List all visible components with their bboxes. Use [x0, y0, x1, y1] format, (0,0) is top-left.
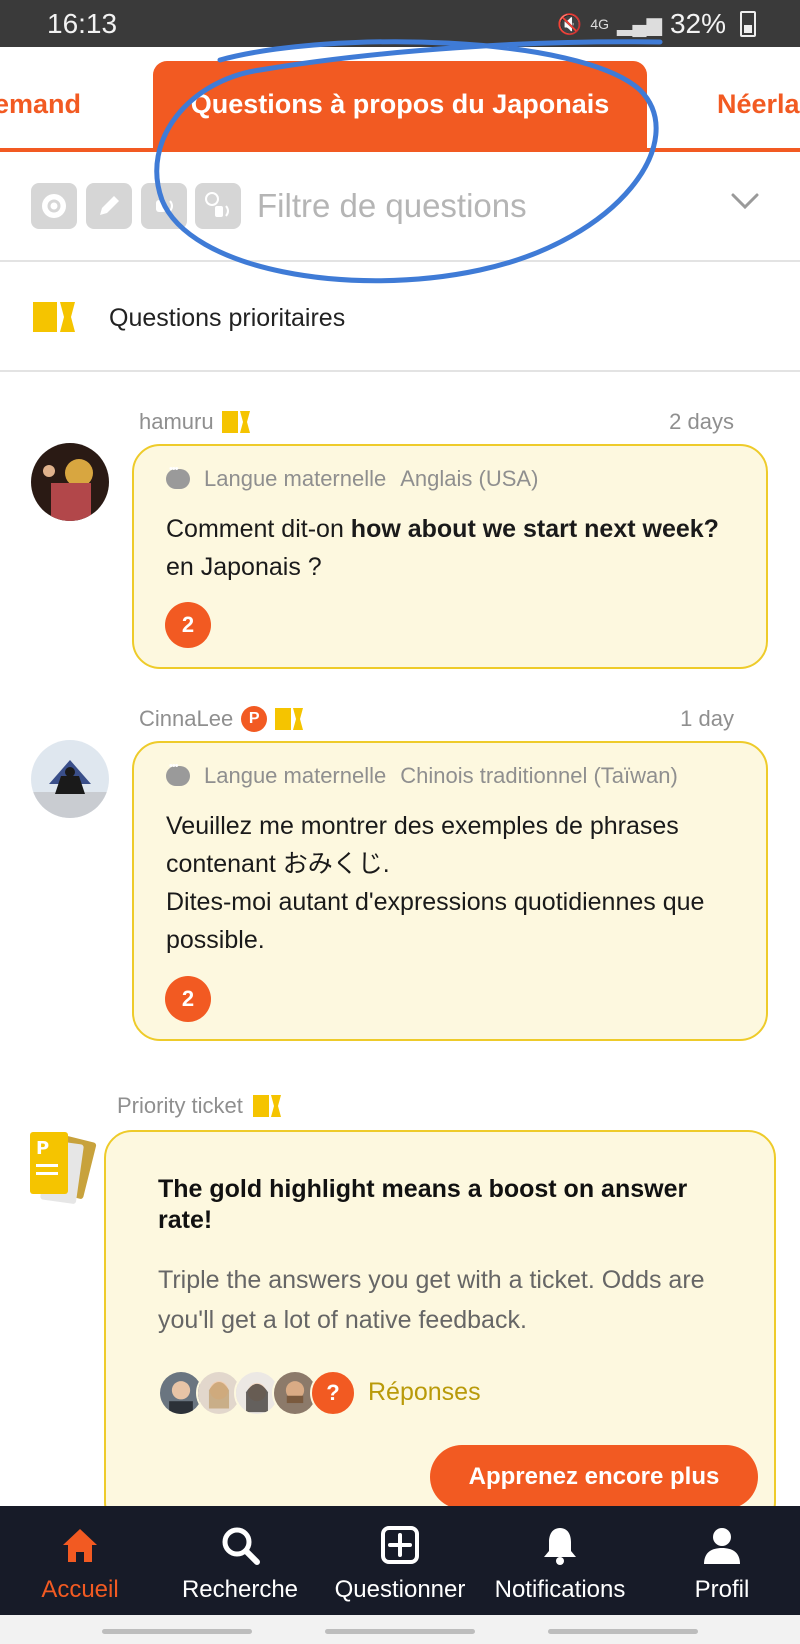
tab-allemand[interactable]: emand	[0, 61, 81, 148]
post-time: 2 days	[669, 409, 734, 434]
native-language-label: Langue maternelle	[204, 466, 387, 491]
post-author[interactable]: hamuru	[139, 409, 250, 435]
question-filter[interactable]: Filtre de questions	[0, 156, 800, 262]
tab-neerlandais[interactable]: Néerla	[717, 61, 800, 148]
gesture-pill	[548, 1629, 698, 1634]
audio-icon[interactable]	[141, 183, 187, 229]
status-icons: 🔇 4G ▂▄▆ 32%	[557, 8, 756, 40]
learn-more-button[interactable]: Apprenez encore plus	[430, 1445, 758, 1509]
nav-ask-label: Questionner	[334, 1576, 466, 1603]
priority-ticket-icon	[33, 302, 75, 332]
nav-home-label: Accueil	[41, 1576, 119, 1603]
signal-icon: ▂▄▆	[617, 13, 662, 36]
username[interactable]: CinnaLee	[139, 706, 233, 732]
search-icon	[222, 1527, 260, 1565]
priority-ticket-icon	[275, 708, 304, 730]
ticket-stack-icon: P	[30, 1132, 97, 1204]
question-type-icon[interactable]	[31, 183, 77, 229]
priority-ticket-icon	[221, 411, 250, 433]
speech-bubble-icon	[166, 760, 190, 786]
nav-profile[interactable]: Profil	[672, 1506, 772, 1615]
translate-audio-icon[interactable]	[195, 183, 241, 229]
language-tabs: emand Questions à propos du Japonais Née…	[0, 47, 800, 152]
gesture-bar	[0, 1615, 800, 1644]
status-time: 16:13	[47, 8, 118, 39]
status-bar: 16:13 🔇 4G ▂▄▆ 32%	[0, 0, 800, 47]
pencil-icon[interactable]	[86, 183, 132, 229]
post-time: 1 day	[680, 706, 734, 731]
priority-questions-row[interactable]: Questions prioritaires	[0, 262, 800, 372]
network-icon: 4G	[590, 16, 610, 32]
battery-level: 32%	[669, 8, 726, 39]
question-text-pre: Veuillez me montrer des exemples de phra…	[166, 812, 679, 878]
username[interactable]: hamuru	[139, 409, 214, 435]
bottom-navigation: Accueil Recherche Questionner Notificati…	[0, 1506, 800, 1615]
nav-search[interactable]: Recherche	[172, 1506, 308, 1615]
priority-ticket-icon	[252, 1095, 281, 1117]
question-card[interactable]: Langue maternelle Anglais (USA) Comment …	[132, 444, 768, 669]
answer-count-badge: 2	[165, 976, 211, 1022]
add-question-icon	[381, 1526, 419, 1564]
premium-badge: P	[241, 706, 268, 732]
nav-home[interactable]: Accueil	[28, 1506, 132, 1615]
gesture-pill	[325, 1629, 475, 1634]
bell-icon	[544, 1528, 576, 1565]
question-text: Comment dit-on how about we start next w…	[166, 510, 746, 586]
question-text-pre: Comment dit-on	[166, 515, 351, 543]
native-language-value: Chinois traditionnel (Taïwan)	[400, 763, 678, 788]
nav-search-label: Recherche	[181, 1576, 299, 1603]
promo-title: The gold highlight means a boost on answ…	[158, 1175, 688, 1234]
profile-icon	[704, 1528, 740, 1564]
answerer-avatars: ?	[158, 1370, 356, 1416]
chevron-down-icon[interactable]	[730, 186, 760, 216]
nav-notifications-label: Notifications	[494, 1576, 626, 1603]
svg-text:P: P	[36, 1138, 49, 1159]
nav-ask[interactable]: Questionner	[326, 1506, 474, 1615]
question-text: Veuillez me montrer des exemples de phra…	[166, 807, 746, 959]
promo-meta-label: Priority ticket	[117, 1093, 243, 1118]
speech-bubble-icon	[166, 463, 190, 489]
native-language: Langue maternelle Chinois traditionnel (…	[166, 760, 678, 789]
nav-notifications[interactable]: Notifications	[480, 1506, 640, 1615]
native-language-value: Anglais (USA)	[400, 466, 539, 491]
avatar[interactable]	[31, 443, 109, 521]
question-text-post: .	[382, 850, 390, 878]
question-text-bold: おみくじ	[282, 850, 383, 878]
avatar[interactable]	[31, 740, 109, 818]
promo-meta: Priority ticket	[117, 1093, 281, 1119]
native-language: Langue maternelle Anglais (USA)	[166, 463, 539, 492]
question-text-bold: how about we start next week?	[350, 515, 719, 543]
priority-questions-label: Questions prioritaires	[109, 304, 346, 332]
question-text-post: en Japonais ?	[166, 553, 322, 581]
battery-icon	[740, 11, 756, 37]
tab-japonais[interactable]: Questions à propos du Japonais	[153, 61, 647, 148]
question-card[interactable]: Langue maternelle Chinois traditionnel (…	[132, 741, 768, 1041]
answer-count-badge: 2	[165, 602, 211, 648]
answers-label: Réponses	[368, 1378, 481, 1406]
question-text-line2: Dites-moi autant d'expressions quotidien…	[166, 888, 705, 954]
question-mark-icon: ?	[310, 1370, 356, 1416]
native-language-label: Langue maternelle	[204, 763, 387, 788]
priority-ticket-promo: The gold highlight means a boost on answ…	[104, 1130, 776, 1530]
home-icon	[63, 1529, 97, 1562]
nav-profile-label: Profil	[694, 1576, 750, 1603]
promo-description: Triple the answers you get with a ticket…	[158, 1266, 705, 1334]
gesture-pill	[102, 1629, 252, 1634]
mute-icon: 🔇	[557, 13, 583, 36]
post-author[interactable]: CinnaLee P	[139, 706, 304, 732]
filter-label: Filtre de questions	[257, 187, 527, 224]
